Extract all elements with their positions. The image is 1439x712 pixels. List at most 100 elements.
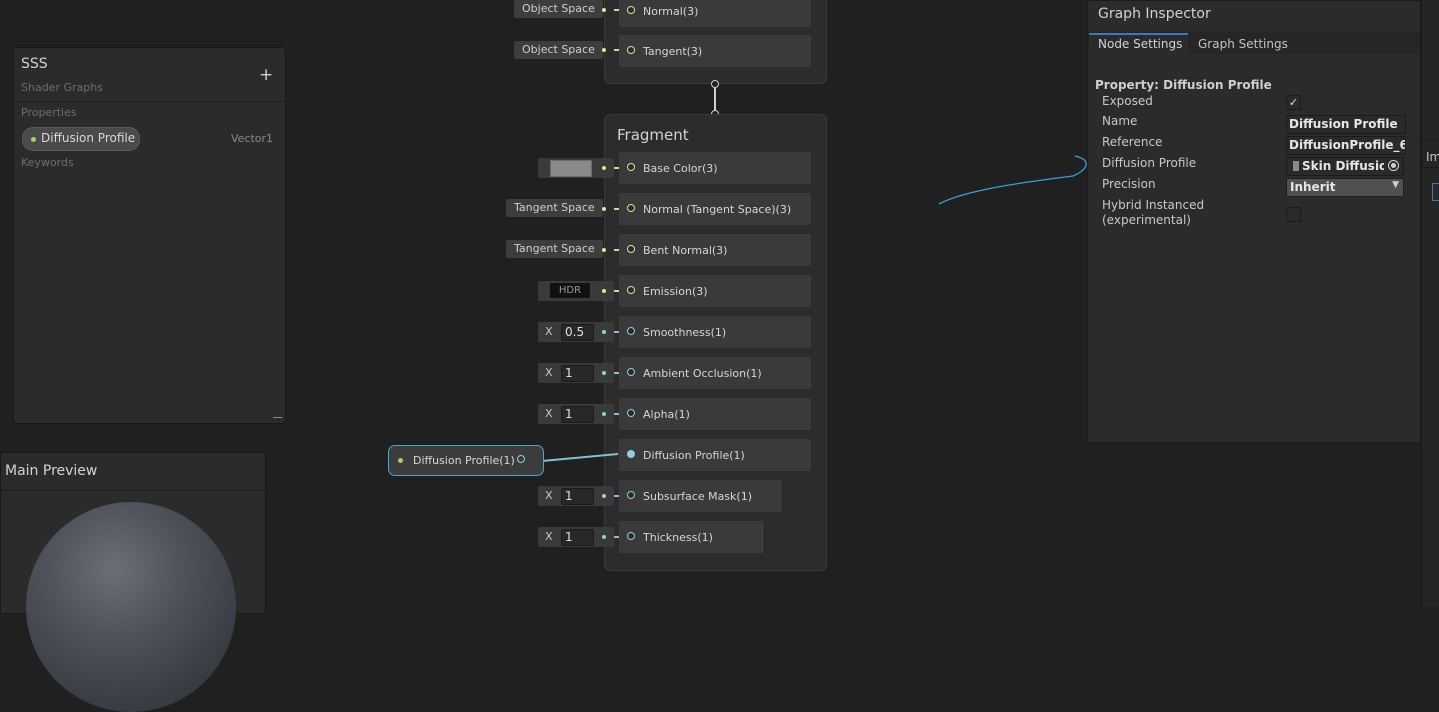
connector-dot <box>602 494 606 498</box>
input-object-space[interactable]: Object Space <box>514 41 603 59</box>
slot-label: Emission(3) <box>643 285 708 298</box>
blackboard-subtitle: Shader Graphs <box>21 81 103 94</box>
axis-label: X <box>545 489 553 502</box>
slot-gap <box>782 480 811 512</box>
float-field[interactable]: 0.5 <box>561 324 594 341</box>
reference-label: Reference <box>1102 135 1163 149</box>
port-icon[interactable] <box>627 450 635 458</box>
tab-graph-settings[interactable]: Graph Settings <box>1198 37 1288 51</box>
graph-inspector-panel: Graph Inspector Node Settings Graph Sett… <box>1087 0 1421 443</box>
port-icon[interactable] <box>627 204 635 212</box>
slot-label: Diffusion Profile(1) <box>643 449 745 462</box>
name-label: Name <box>1102 114 1138 128</box>
keywords-section-label: Keywords <box>21 156 74 169</box>
slot-label: Bent Normal(3) <box>643 244 728 257</box>
axis-label: X <box>545 407 553 420</box>
input-object-space[interactable]: Object Space <box>514 0 603 18</box>
tab-node-settings-label[interactable]: Node Settings <box>1098 37 1182 51</box>
precision-dropdown[interactable]: Inherit ▼ <box>1286 178 1404 197</box>
reference-field[interactable]: DiffusionProfile_66 <box>1286 136 1406 155</box>
port-icon[interactable] <box>627 245 635 253</box>
port-icon[interactable] <box>627 368 635 376</box>
port-icon[interactable] <box>627 409 635 417</box>
slot-ambient-occlusion[interactable]: Ambient Occlusion(1) <box>619 357 811 389</box>
property-title: Property: Diffusion Profile <box>1095 78 1272 92</box>
port-icon[interactable] <box>627 491 635 499</box>
name-field[interactable]: Diffusion Profile <box>1286 115 1406 134</box>
color-swatch[interactable] <box>550 160 592 177</box>
asset-icon <box>1293 161 1299 171</box>
slot-normal-tangent-space[interactable]: Normal (Tangent Space)(3) <box>619 193 811 225</box>
slot-label: Ambient Occlusion(1) <box>643 367 762 380</box>
field[interactable] <box>1432 183 1439 201</box>
precision-value: Inherit <box>1290 180 1336 194</box>
object-picker-icon[interactable] <box>1388 160 1399 171</box>
hybrid-instanced-checkbox[interactable] <box>1286 207 1301 222</box>
properties-section-label: Properties <box>21 106 77 119</box>
slot-base-color[interactable]: Base Color(3) <box>619 152 811 184</box>
divider <box>1422 140 1439 141</box>
property-name: Diffusion Profile <box>41 131 136 145</box>
connector-dot <box>602 330 606 334</box>
truncated-label: Im <box>1426 150 1439 164</box>
inspector-title: Graph Inspector <box>1098 6 1211 22</box>
blackboard-title: SSS <box>21 56 48 72</box>
resize-handle[interactable] <box>273 417 282 418</box>
slot-tangent[interactable]: Tangent(3) <box>619 35 811 67</box>
hybrid-instanced-label: Hybrid Instanced <box>1102 198 1205 212</box>
connector-dot <box>602 371 606 375</box>
slot-label: Tangent(3) <box>643 45 703 58</box>
input-tangent-space[interactable]: Tangent Space <box>506 240 603 258</box>
plus-icon[interactable]: + <box>259 65 273 85</box>
main-preview-panel: Main Preview <box>0 452 266 712</box>
preview-sphere[interactable] <box>26 502 236 712</box>
slot-thickness[interactable]: Thickness(1) <box>619 521 811 553</box>
float-field[interactable]: 1 <box>561 529 594 546</box>
connector-dot <box>602 48 606 52</box>
slot-label: Normal(3) <box>643 5 699 18</box>
output-port-icon[interactable] <box>517 455 525 463</box>
port-icon[interactable] <box>627 163 635 171</box>
connector-dot <box>602 8 606 12</box>
input-tangent-space[interactable]: Tangent Space <box>506 199 603 217</box>
diffusion-profile-property-node[interactable]: Diffusion Profile(1) <box>388 445 544 476</box>
connector-dot <box>602 207 606 211</box>
hybrid-instanced-label-2: (experimental) <box>1102 213 1191 227</box>
slot-subsurface-mask[interactable]: Subsurface Mask(1) <box>619 480 811 512</box>
slot-emission[interactable]: Emission(3) <box>619 275 811 307</box>
slot-label: Base Color(3) <box>643 162 718 175</box>
annotation-stroke <box>938 155 1087 205</box>
float-field[interactable]: 1 <box>561 406 594 423</box>
float-field[interactable]: 1 <box>561 488 594 505</box>
port-icon[interactable] <box>627 46 635 54</box>
precision-label: Precision <box>1102 177 1156 191</box>
chevron-down-icon: ▼ <box>1392 180 1399 190</box>
port-icon[interactable] <box>627 532 635 540</box>
slot-label: Alpha(1) <box>643 408 690 421</box>
slot-bent-normal[interactable]: Bent Normal(3) <box>619 234 811 266</box>
slot-label: Smoothness(1) <box>643 326 727 339</box>
port-icon[interactable] <box>627 327 635 335</box>
hdr-swatch[interactable]: HDR <box>550 283 590 298</box>
exposed-label: Exposed <box>1102 94 1153 108</box>
slot-alpha[interactable]: Alpha(1) <box>619 398 811 430</box>
divider <box>1422 167 1439 168</box>
slot-normal[interactable]: Normal(3) <box>619 0 811 27</box>
connector-dot <box>602 248 606 252</box>
slot-label: Thickness(1) <box>643 531 713 544</box>
link-dot <box>711 80 719 88</box>
connector-dot <box>602 289 606 293</box>
property-type: Vector1 <box>231 132 274 145</box>
main-preview-title: Main Preview <box>5 463 98 479</box>
slot-diffusion-profile[interactable]: Diffusion Profile(1) <box>619 439 811 471</box>
axis-label: X <box>545 530 553 543</box>
connector-dot <box>602 166 606 170</box>
diffusion-profile-object-field[interactable]: Skin Diffusion <box>1286 157 1404 176</box>
port-icon[interactable] <box>627 286 635 294</box>
float-field[interactable]: 1 <box>561 365 594 382</box>
exposed-checkbox[interactable]: ✓ <box>1286 95 1301 110</box>
port-icon[interactable] <box>627 6 635 14</box>
property-pill-diffusion-profile[interactable]: Diffusion Profile <box>22 127 140 151</box>
fragment-title: Fragment <box>617 126 689 144</box>
slot-smoothness[interactable]: Smoothness(1) <box>619 316 811 348</box>
